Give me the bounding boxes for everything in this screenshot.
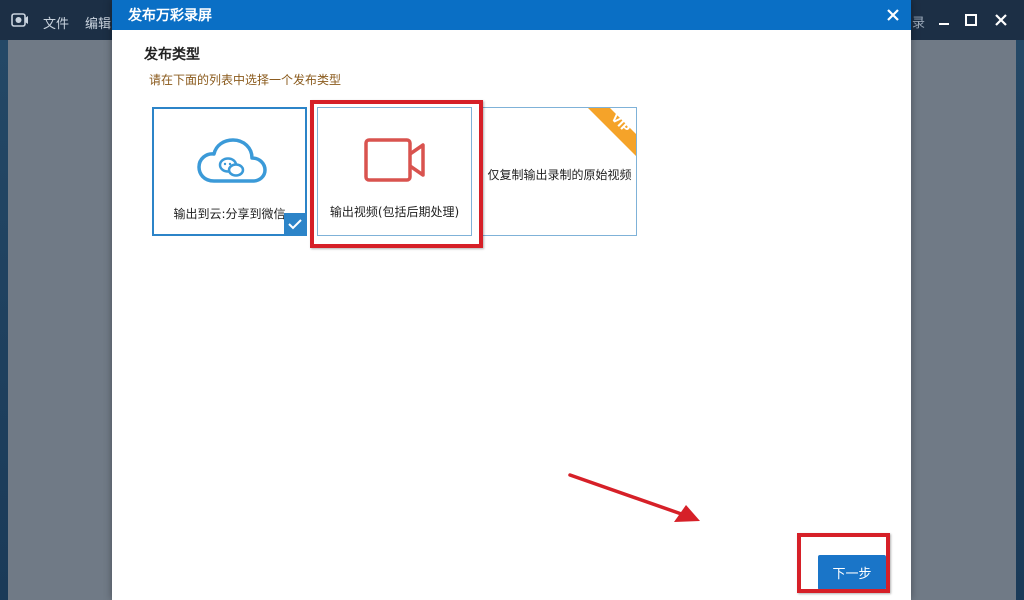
cloud-share-icon [197,138,267,183]
maximize-icon[interactable] [961,10,981,30]
selected-check-badge [284,213,306,235]
dialog-titlebar: 发布万彩录屏 [112,0,911,30]
dialog-close-icon[interactable] [883,5,903,25]
annotation-highlight-video-option [310,100,483,248]
background-left-edge [0,40,8,600]
annotation-highlight-next-button [797,533,890,593]
publish-dialog: 发布万彩录屏 发布类型 请在下面的列表中选择一个发布类型 输出到云:分享到微信 … [112,0,911,600]
option-cloud-share[interactable]: 输出到云:分享到微信 [152,107,307,236]
option-copy-raw-video-label: 仅复制输出录制的原始视频 [487,168,632,182]
dialog-title: 发布万彩录屏 [128,8,212,24]
section-hint: 请在下面的列表中选择一个发布类型 [149,73,342,87]
annotation-arrow [568,473,700,522]
close-icon[interactable] [991,10,1011,30]
section-title: 发布类型 [144,47,200,63]
bg-menu-partial: 录 [912,16,926,31]
app-logo-icon [11,13,28,27]
vip-corner-badge: VIP [584,108,636,160]
bg-menu-file[interactable]: 文件 [43,13,69,32]
background-right-edge [1016,40,1024,600]
bg-menu-edit[interactable]: 编辑 [85,13,111,32]
option-cloud-share-label: 输出到云:分享到微信 [173,207,286,221]
checkmark-icon [288,219,302,230]
minimize-icon[interactable] [934,10,954,30]
option-copy-raw-video[interactable]: 仅复制输出录制的原始视频 VIP [482,107,637,236]
